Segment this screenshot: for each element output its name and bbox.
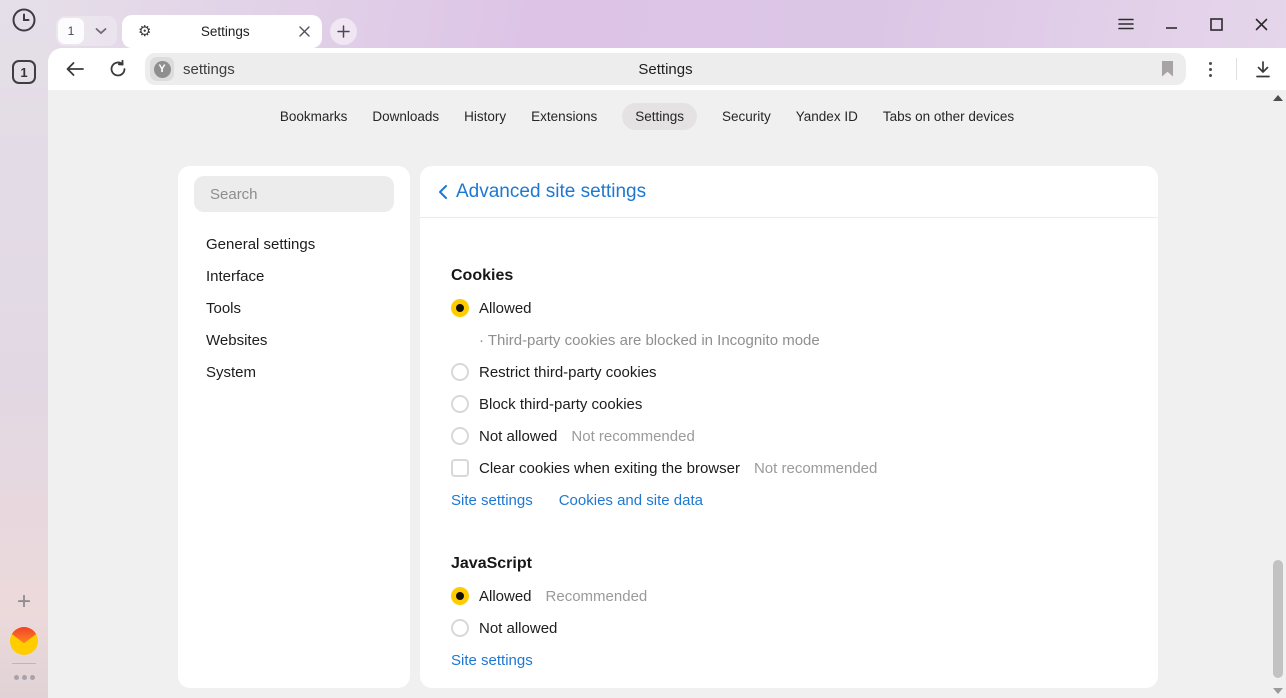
javascript-links: Site settings bbox=[451, 644, 1158, 676]
minimize-icon[interactable] bbox=[1163, 16, 1179, 32]
radio-icon[interactable] bbox=[451, 299, 469, 317]
page-title: Settings bbox=[145, 61, 1186, 78]
browser-menu-icon[interactable] bbox=[1118, 16, 1134, 32]
address-bar[interactable]: Y settings Settings bbox=[145, 53, 1186, 85]
tab-title: Settings bbox=[151, 24, 299, 39]
nav-security[interactable]: Security bbox=[722, 103, 771, 130]
tab-strip: 1 ⚙ Settings bbox=[48, 0, 1086, 48]
tab-count-badge: 1 bbox=[58, 18, 84, 44]
nav-settings[interactable]: Settings bbox=[622, 103, 697, 130]
window-controls bbox=[1086, 0, 1286, 48]
radio-row-js-allowed[interactable]: Allowed Recommended bbox=[451, 580, 1158, 612]
card-header: Advanced site settings bbox=[420, 166, 1158, 218]
more-options-icon[interactable] bbox=[1196, 62, 1224, 77]
scrollbar-thumb[interactable] bbox=[1273, 560, 1283, 678]
card-body: Cookies Allowed · Third-party cookies ar… bbox=[420, 218, 1158, 676]
sidebar-item-general-settings[interactable]: General settings bbox=[178, 228, 410, 260]
nav-downloads[interactable]: Downloads bbox=[372, 103, 439, 130]
close-icon[interactable] bbox=[1253, 16, 1269, 32]
nav-bookmarks[interactable]: Bookmarks bbox=[280, 103, 348, 130]
javascript-heading: JavaScript bbox=[451, 548, 1158, 580]
radio-label: Not allowed bbox=[479, 620, 557, 637]
radio-row-restrict-third-party[interactable]: Restrict third-party cookies bbox=[451, 356, 1158, 388]
reload-button[interactable] bbox=[104, 55, 132, 83]
not-recommended-note: Not recommended bbox=[571, 428, 694, 445]
rail-add-icon[interactable]: + bbox=[12, 591, 36, 615]
checkbox-icon[interactable] bbox=[451, 459, 469, 477]
radio-label: Allowed bbox=[479, 588, 532, 605]
scroll-down-icon[interactable] bbox=[1273, 688, 1283, 694]
checkbox-label: Clear cookies when exiting the browser bbox=[479, 460, 740, 477]
history-clock-icon[interactable] bbox=[11, 7, 37, 33]
site-settings-link[interactable]: Site settings bbox=[451, 652, 533, 669]
radio-icon[interactable] bbox=[451, 363, 469, 381]
new-tab-button[interactable] bbox=[330, 18, 357, 45]
scroll-up-icon[interactable] bbox=[1273, 95, 1283, 101]
radio-label: Allowed bbox=[479, 300, 532, 317]
chevron-down-icon bbox=[87, 18, 115, 44]
yandex-mail-icon[interactable] bbox=[10, 627, 38, 655]
nav-yandex-id[interactable]: Yandex ID bbox=[796, 103, 858, 130]
downloads-icon[interactable] bbox=[1249, 55, 1277, 83]
toolbar-actions bbox=[1196, 55, 1277, 83]
browser-window: 1 + 1 ⚙ Settings bbox=[0, 0, 1286, 698]
left-rail: 1 + bbox=[0, 0, 48, 698]
cookies-and-site-data-link[interactable]: Cookies and site data bbox=[559, 492, 703, 509]
radio-row-block-third-party[interactable]: Block third-party cookies bbox=[451, 388, 1158, 420]
gear-icon: ⚙ bbox=[138, 24, 151, 39]
rail-divider bbox=[12, 663, 36, 664]
sidebar-item-websites[interactable]: Websites bbox=[178, 324, 410, 356]
nav-history[interactable]: History bbox=[464, 103, 506, 130]
radio-label: Not allowed bbox=[479, 428, 557, 445]
radio-icon[interactable] bbox=[451, 587, 469, 605]
nav-tabs-other-devices[interactable]: Tabs on other devices bbox=[883, 103, 1014, 130]
settings-nav: Bookmarks Downloads History Extensions S… bbox=[48, 103, 1246, 130]
radio-row-js-not-allowed[interactable]: Not allowed bbox=[451, 612, 1158, 644]
radio-icon[interactable] bbox=[451, 427, 469, 445]
toolbar: Y settings Settings bbox=[48, 48, 1286, 90]
radio-label: Block third-party cookies bbox=[479, 396, 642, 413]
tab-settings[interactable]: ⚙ Settings bbox=[122, 15, 322, 48]
advanced-site-settings-card: Advanced site settings Cookies Allowed ·… bbox=[420, 166, 1158, 688]
page-scrollbar[interactable] bbox=[1270, 90, 1286, 698]
tab-panel-toggle[interactable]: 1 bbox=[56, 16, 117, 46]
radio-icon[interactable] bbox=[451, 619, 469, 637]
sidebar-item-system[interactable]: System bbox=[178, 356, 410, 388]
recommended-note: Recommended bbox=[546, 588, 648, 605]
tab-close-icon[interactable] bbox=[299, 26, 310, 37]
nav-extensions[interactable]: Extensions bbox=[531, 103, 597, 130]
checkbox-row-clear-cookies[interactable]: Clear cookies when exiting the browser N… bbox=[451, 452, 1158, 484]
tab-counter-badge[interactable]: 1 bbox=[12, 60, 36, 84]
radio-row-cookies-allowed[interactable]: Allowed bbox=[451, 292, 1158, 324]
radio-row-cookies-not-allowed[interactable]: Not allowed Not recommended bbox=[451, 420, 1158, 452]
not-recommended-note: Not recommended bbox=[754, 460, 877, 477]
radio-label: Restrict third-party cookies bbox=[479, 364, 657, 381]
rail-more-icon[interactable] bbox=[12, 675, 36, 680]
sidebar-list: General settings Interface Tools Website… bbox=[178, 228, 410, 388]
back-button[interactable] bbox=[61, 55, 89, 83]
search-input[interactable] bbox=[194, 176, 394, 212]
cookies-allowed-note: · Third-party cookies are blocked in Inc… bbox=[451, 324, 1158, 356]
sidebar-item-tools[interactable]: Tools bbox=[178, 292, 410, 324]
maximize-icon[interactable] bbox=[1208, 16, 1224, 32]
sidebar-item-interface[interactable]: Interface bbox=[178, 260, 410, 292]
toolbar-separator bbox=[1236, 58, 1237, 80]
radio-icon[interactable] bbox=[451, 395, 469, 413]
content-window: Y settings Settings Bookmarks Downloads bbox=[48, 48, 1286, 698]
settings-sidebar: General settings Interface Tools Website… bbox=[178, 166, 410, 688]
bookmark-flag-icon[interactable] bbox=[1161, 61, 1174, 77]
section-cookies: Cookies Allowed · Third-party cookies ar… bbox=[451, 260, 1158, 516]
section-javascript: JavaScript Allowed Recommended Not allow… bbox=[451, 548, 1158, 676]
chevron-left-icon[interactable] bbox=[433, 182, 453, 202]
cookies-heading: Cookies bbox=[451, 260, 1158, 292]
cookies-links: Site settings Cookies and site data bbox=[451, 484, 1158, 516]
card-title[interactable]: Advanced site settings bbox=[456, 181, 646, 203]
site-settings-link[interactable]: Site settings bbox=[451, 492, 533, 509]
settings-page: Bookmarks Downloads History Extensions S… bbox=[48, 90, 1286, 698]
